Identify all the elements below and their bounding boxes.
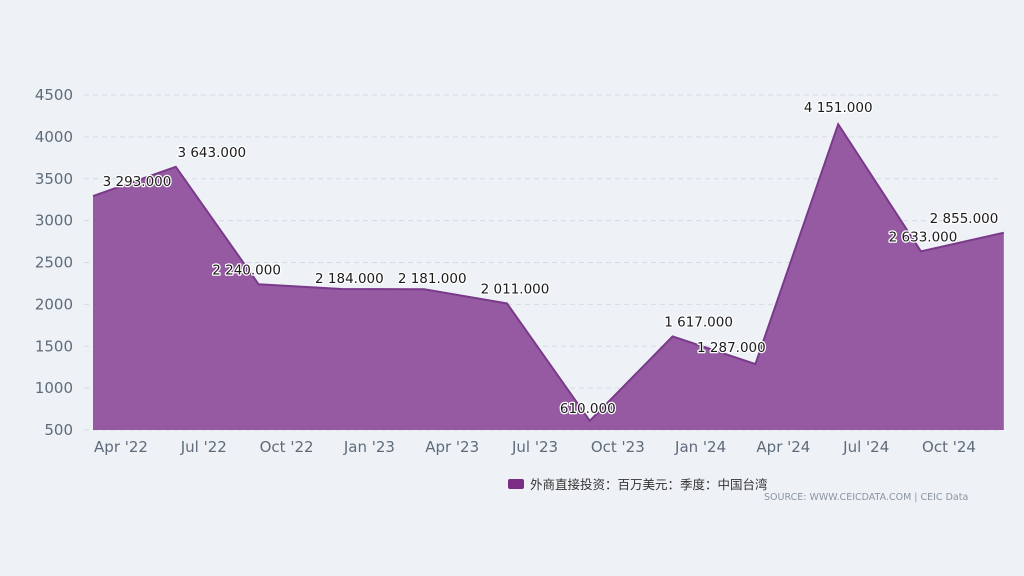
y-tick-label: 1000 <box>35 379 73 397</box>
data-label: 2 855.000 <box>930 211 999 227</box>
data-point[interactable] <box>1000 229 1008 237</box>
data-label: 4 151.000 <box>804 100 873 116</box>
data-label: 3 293.000 <box>103 174 172 190</box>
legend-swatch <box>508 478 524 489</box>
legend-label: 外商直接投资：百万美元：季度：中国台湾 <box>530 477 768 492</box>
x-tick-label: Jul '22 <box>180 438 227 456</box>
x-tick-label: Jan '24 <box>674 438 726 456</box>
y-tick-label: 4000 <box>35 128 73 146</box>
data-label: 1 617.000 <box>664 314 733 330</box>
data-point[interactable] <box>172 163 180 171</box>
y-tick-label: 2500 <box>35 254 73 272</box>
data-point[interactable] <box>89 192 97 200</box>
y-tick-label: 3000 <box>35 212 73 230</box>
x-tick-label: Jul '24 <box>842 438 889 456</box>
source-note: SOURCE: WWW.CEICDATA.COM | CEIC Data <box>764 492 969 503</box>
x-tick-label: Jan '23 <box>343 438 395 456</box>
y-tick-label: 3500 <box>35 170 73 188</box>
data-point[interactable] <box>751 360 759 368</box>
data-label: 2 184.000 <box>315 271 384 287</box>
data-label: 1 287.000 <box>697 340 766 356</box>
data-point[interactable] <box>586 417 594 425</box>
data-point[interactable] <box>503 299 511 307</box>
data-label: 2 240.000 <box>212 262 281 278</box>
data-label: 2 181.000 <box>398 271 467 287</box>
data-point[interactable] <box>917 247 925 255</box>
data-label: 610.000 <box>560 401 616 417</box>
x-tick-label: Apr '24 <box>756 438 810 456</box>
x-tick-label: Oct '22 <box>260 438 314 456</box>
data-point[interactable] <box>834 120 842 128</box>
y-axis-ticks: 500 1000 1500 2000 2500 3000 3500 4000 4500 <box>35 86 73 439</box>
legend[interactable]: 外商直接投资：百万美元：季度：中国台湾 <box>508 474 768 493</box>
y-tick-label: 2000 <box>35 295 73 313</box>
x-tick-label: Oct '24 <box>922 438 976 456</box>
y-tick-label: 1500 <box>35 337 73 355</box>
data-point[interactable] <box>255 280 263 288</box>
data-point[interactable] <box>669 332 677 340</box>
x-tick-label: Jul '23 <box>511 438 558 456</box>
x-tick-label: Apr '23 <box>425 438 479 456</box>
data-label: 2 633.000 <box>889 229 958 245</box>
x-tick-label: Oct '23 <box>591 438 645 456</box>
data-label: 3 643.000 <box>177 145 246 161</box>
chart-container: 500 1000 1500 2000 2500 3000 3500 4000 4500 Apr … <box>0 0 1024 576</box>
x-axis-ticks: Apr '22 Jul '22 Oct '22 Jan '23 Apr '23 Jul '… <box>94 438 976 456</box>
x-tick-label: Apr '22 <box>94 438 148 456</box>
data-label: 2 011.000 <box>481 281 550 297</box>
y-tick-label: 4500 <box>35 86 73 104</box>
y-tick-label: 500 <box>44 421 73 439</box>
